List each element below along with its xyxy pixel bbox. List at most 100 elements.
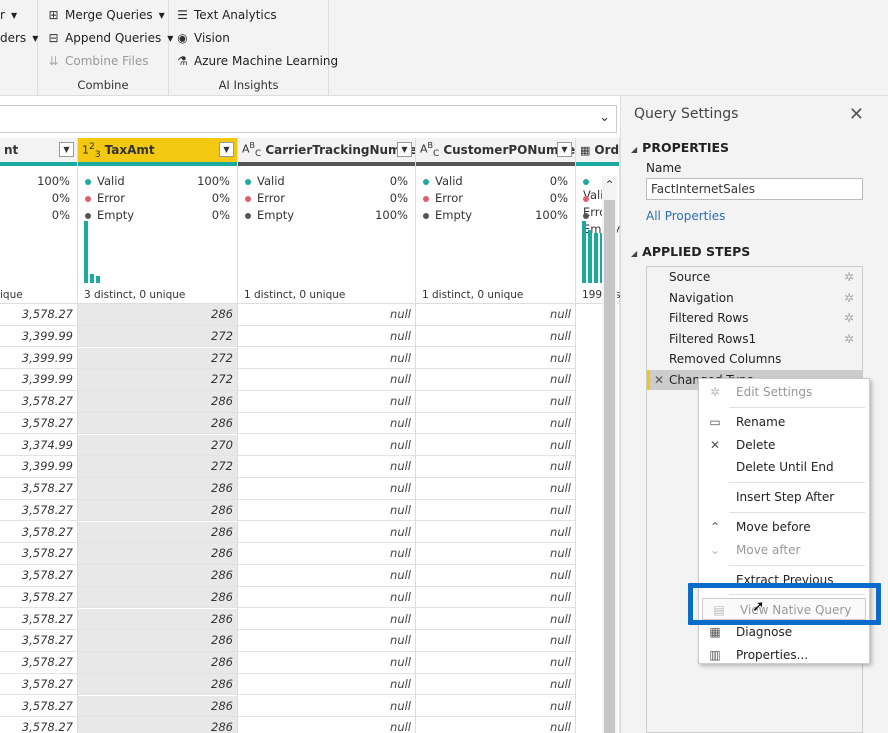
table-cell[interactable]: 3,578.27 xyxy=(0,304,77,326)
close-icon[interactable]: ✕ xyxy=(849,104,864,125)
gear-icon[interactable]: ✲ xyxy=(844,267,854,287)
table-cell[interactable]: null xyxy=(416,717,575,733)
table-cell[interactable]: null xyxy=(416,522,575,544)
applied-step[interactable]: Filtered Rows ✲ xyxy=(647,308,862,329)
table-cell[interactable]: null xyxy=(238,543,415,565)
formula-bar[interactable]: ⌄ xyxy=(0,105,617,133)
ribbon-partial-item-1[interactable]: r ▼ xyxy=(0,8,17,22)
whole-number-type-icon[interactable]: 123 xyxy=(82,141,101,160)
menu-item[interactable]: ▭ Rename xyxy=(699,411,869,433)
query-name-input[interactable]: FactInternetSales xyxy=(646,178,863,200)
applied-step[interactable]: Source ✲ xyxy=(647,267,862,288)
table-cell[interactable]: 272 xyxy=(78,325,237,348)
table-cell[interactable]: null xyxy=(416,326,575,348)
vision-button[interactable]: ◉ Vision xyxy=(175,31,230,45)
text-type-icon[interactable]: ABC xyxy=(242,141,261,159)
histogram-bar[interactable] xyxy=(588,230,592,283)
table-cell[interactable]: null xyxy=(238,696,415,718)
table-cell[interactable]: 3,578.27 xyxy=(0,587,77,609)
chevron-up-icon[interactable]: ⌃ xyxy=(602,178,617,192)
text-type-icon[interactable]: ABC xyxy=(420,141,439,159)
table-cell[interactable]: 286 xyxy=(78,478,237,500)
table-cell[interactable]: null xyxy=(238,391,415,413)
filter-dropdown-button[interactable]: ▼ xyxy=(219,142,234,157)
gear-icon[interactable]: ✲ xyxy=(844,288,854,308)
table-cell[interactable]: null xyxy=(416,565,575,587)
table-cell[interactable]: null xyxy=(238,609,415,631)
table-cell[interactable]: null xyxy=(416,609,575,631)
table-cell[interactable]: null xyxy=(416,435,575,457)
chevron-down-icon[interactable]: ⌄ xyxy=(599,110,610,125)
table-cell[interactable]: 3,578.27 xyxy=(0,717,77,733)
table-cell[interactable]: 270 xyxy=(78,434,237,457)
applied-steps-section-header[interactable]: ◢ APPLIED STEPS xyxy=(631,244,750,259)
column-header[interactable]: ▦ Ord xyxy=(576,138,619,162)
applied-step[interactable]: Navigation ✲ xyxy=(647,288,862,309)
column-header[interactable]: ABC CarrierTrackingNumber ▼ xyxy=(238,138,415,162)
table-cell[interactable]: null xyxy=(238,435,415,457)
combine-files-button[interactable]: ⇊ Combine Files xyxy=(46,54,148,68)
table-cell[interactable]: null xyxy=(416,500,575,522)
table-cell[interactable]: 3,578.27 xyxy=(0,391,77,413)
table-cell[interactable]: 286 xyxy=(78,586,237,609)
table-cell[interactable]: null xyxy=(238,348,415,370)
histogram-bar[interactable] xyxy=(96,276,100,283)
table-cell[interactable]: 3,578.27 xyxy=(0,652,77,674)
table-cell[interactable]: null xyxy=(416,478,575,500)
table-cell[interactable]: null xyxy=(238,326,415,348)
table-cell[interactable]: 286 xyxy=(78,717,237,733)
table-cell[interactable]: 3,578.27 xyxy=(0,543,77,565)
table-cell[interactable]: 286 xyxy=(78,521,237,544)
table-cell[interactable]: 286 xyxy=(78,304,237,326)
filter-dropdown-button[interactable]: ▼ xyxy=(557,142,572,157)
applied-step[interactable]: Filtered Rows1 ✲ xyxy=(647,329,862,350)
table-cell[interactable]: null xyxy=(238,478,415,500)
gear-icon[interactable]: ✲ xyxy=(844,308,854,328)
column-header[interactable]: nt ▼ xyxy=(0,138,77,162)
menu-item[interactable]: Delete Until End xyxy=(699,456,869,478)
menu-item[interactable]: ⌄ Move after xyxy=(699,539,869,561)
table-cell[interactable]: null xyxy=(238,522,415,544)
table-cell[interactable]: null xyxy=(238,630,415,652)
table-cell[interactable]: 3,399.99 xyxy=(0,369,77,391)
merge-queries-button[interactable]: ⊞ Merge Queries ▼ xyxy=(46,8,164,22)
table-cell[interactable]: 3,578.27 xyxy=(0,674,77,696)
table-cell[interactable]: null xyxy=(416,543,575,565)
table-cell[interactable]: 286 xyxy=(78,412,237,435)
table-cell[interactable]: null xyxy=(238,500,415,522)
table-cell[interactable]: 286 xyxy=(78,695,237,718)
table-cell[interactable]: 286 xyxy=(78,652,237,674)
column-header[interactable]: 123 TaxAmt ▼ xyxy=(78,138,237,162)
table-cell[interactable]: null xyxy=(238,304,415,326)
table-cell[interactable]: null xyxy=(416,348,575,370)
table-cell[interactable]: null xyxy=(238,565,415,587)
scrollbar-thumb[interactable] xyxy=(604,200,615,733)
table-cell[interactable]: 3,578.27 xyxy=(0,565,77,587)
datetime-type-icon[interactable]: ▦ xyxy=(580,144,590,157)
table-cell[interactable]: 3,374.99 xyxy=(0,435,77,457)
table-cell[interactable]: 3,399.99 xyxy=(0,326,77,348)
applied-step[interactable]: Removed Columns xyxy=(647,349,862,370)
table-cell[interactable]: null xyxy=(238,674,415,696)
vertical-scrollbar[interactable]: ⌃ xyxy=(602,176,617,733)
table-cell[interactable]: null xyxy=(238,369,415,391)
table-cell[interactable]: 286 xyxy=(78,630,237,652)
table-cell[interactable]: null xyxy=(238,717,415,733)
properties-section-header[interactable]: ◢ PROPERTIES xyxy=(631,140,729,155)
histogram-bar[interactable] xyxy=(594,233,598,283)
table-cell[interactable]: null xyxy=(238,587,415,609)
menu-item[interactable]: ▥ Properties... xyxy=(699,644,869,666)
gear-icon[interactable]: ✲ xyxy=(844,329,854,349)
histogram-bar[interactable] xyxy=(582,221,586,283)
filter-dropdown-button[interactable]: ▼ xyxy=(59,142,74,157)
table-cell[interactable]: 272 xyxy=(78,347,237,370)
table-cell[interactable]: null xyxy=(416,674,575,696)
table-cell[interactable]: 3,578.27 xyxy=(0,478,77,500)
table-cell[interactable]: 3,578.27 xyxy=(0,696,77,718)
all-properties-link[interactable]: All Properties xyxy=(646,209,725,223)
table-cell[interactable]: 3,578.27 xyxy=(0,609,77,631)
table-cell[interactable]: null xyxy=(416,369,575,391)
append-queries-button[interactable]: ⊟ Append Queries ▼ xyxy=(46,31,173,45)
table-cell[interactable]: 272 xyxy=(78,456,237,478)
table-cell[interactable]: 3,578.27 xyxy=(0,500,77,522)
